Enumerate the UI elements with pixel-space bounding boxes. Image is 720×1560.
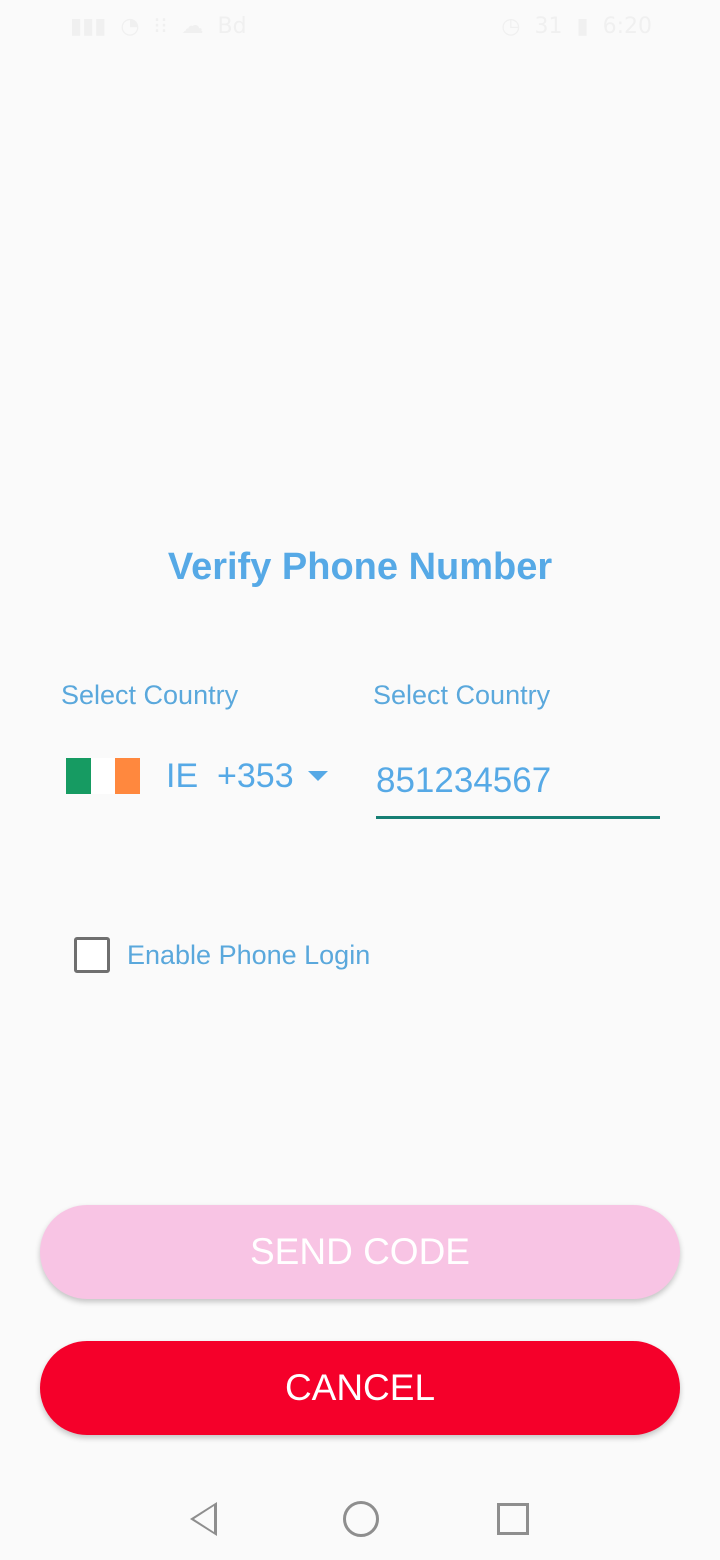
data-icon: ⁝⁝ [153, 14, 168, 39]
enable-phone-login-checkbox[interactable] [74, 937, 110, 973]
dropdown-arrow-icon[interactable] [307, 771, 328, 781]
phone-number-input[interactable] [376, 746, 660, 819]
country-picker[interactable]: IE +353 [66, 748, 336, 804]
home-icon[interactable] [343, 1501, 379, 1537]
back-icon[interactable] [190, 1502, 217, 1536]
signal-icon: ▮▮▮ [70, 14, 107, 39]
ireland-flag-icon [66, 758, 141, 794]
flag-stripe-white [90, 758, 116, 794]
alarm-icon: ◷ [501, 14, 521, 39]
status-bar: ▮▮▮ ◔ ⁝⁝ ☁ Bd ◷ 31 ▮ 6:20 [0, 0, 720, 56]
battery-percent: 31 [534, 14, 563, 39]
country-selection: IE +353 [166, 757, 294, 796]
enable-phone-login-label: Enable Phone Login [127, 939, 371, 970]
phone-label: Select Country [373, 680, 551, 710]
flag-stripe-green [66, 758, 91, 794]
status-left: ▮▮▮ ◔ ⁝⁝ ☁ Bd [70, 14, 247, 39]
cloud-icon: ☁ [181, 14, 204, 39]
recents-icon[interactable] [497, 1503, 529, 1535]
page-title: Verify Phone Number [167, 546, 553, 588]
battery-icon: ▮ [576, 14, 589, 39]
wifi-icon: ◔ [120, 14, 140, 39]
flag-stripe-orange [115, 758, 141, 794]
send-code-button[interactable]: SEND CODE [40, 1205, 680, 1299]
dial-code: +353 [217, 756, 294, 795]
country-code: IE [166, 756, 199, 795]
status-right: ◷ 31 ▮ 6:20 [501, 14, 652, 39]
clock-time: 6:20 [602, 14, 652, 39]
enable-phone-login-row[interactable]: Enable Phone Login [74, 937, 370, 973]
status-left-text: Bd [217, 14, 247, 39]
country-label: Select Country [61, 680, 239, 710]
navigation-bar [0, 1478, 720, 1560]
cancel-button[interactable]: CANCEL [40, 1341, 680, 1435]
